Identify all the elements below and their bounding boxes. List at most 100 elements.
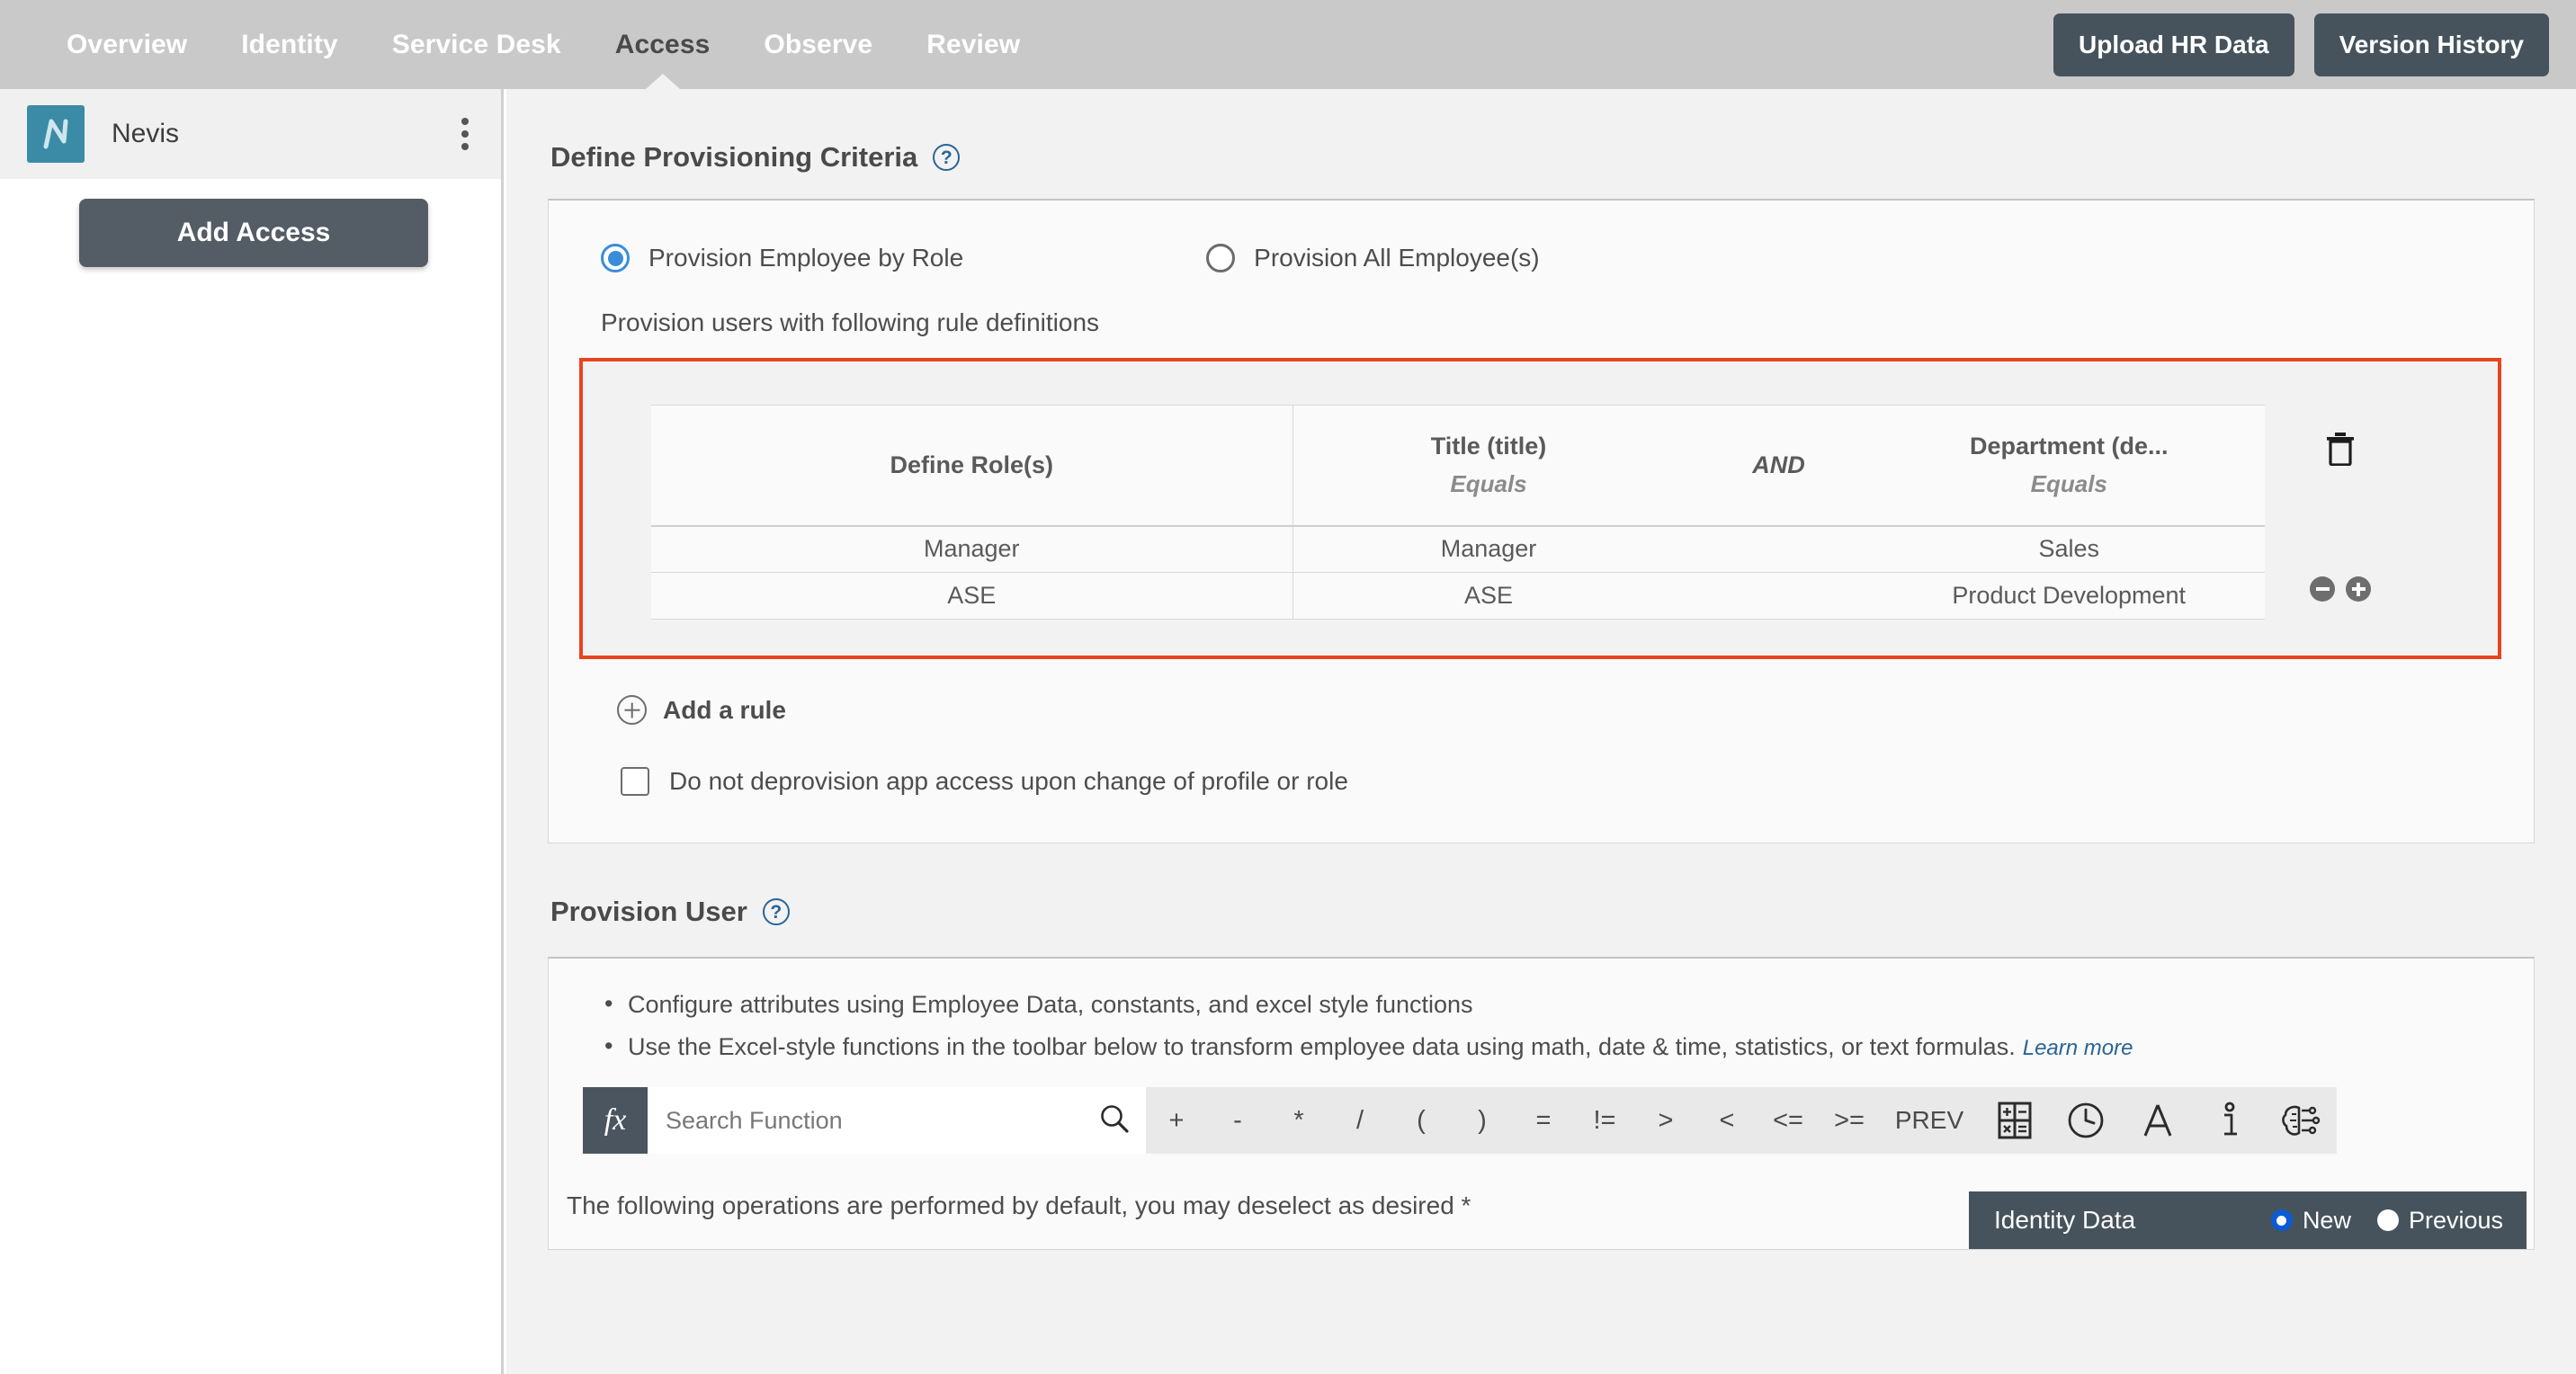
row-add-remove-controls	[2310, 576, 2371, 602]
text-letter-a-icon[interactable]	[2122, 1087, 2194, 1154]
main-content: Define Provisioning Criteria ? Provision…	[506, 89, 2576, 1374]
search-input[interactable]	[666, 1106, 1099, 1135]
cell-department: Product Development	[1873, 572, 2265, 620]
version-history-button[interactable]: Version History	[2313, 13, 2549, 76]
rule-definitions-caption: Provision users with following rule defi…	[601, 308, 1100, 336]
operator-minus[interactable]: -	[1207, 1087, 1268, 1154]
radio-indicator	[2376, 1209, 2399, 1231]
table-header-row: Define Role(s) Title (title) Equals AND …	[651, 405, 2265, 527]
top-navigation-bar: Overview Identity Service Desk Access Ob…	[0, 0, 2576, 89]
radio-label: Provision Employee by Role	[648, 244, 964, 272]
cell-spacer	[1684, 525, 1874, 573]
bullet-text: Use the Excel-style functions in the too…	[628, 1033, 2016, 1060]
operator-not-equals[interactable]: !=	[1574, 1087, 1635, 1154]
radio-indicator-selected	[601, 244, 630, 272]
trash-icon[interactable]	[2325, 432, 2356, 470]
provision-user-title: Provision User ?	[550, 896, 2535, 928]
nav-tabs: Overview Identity Service Desk Access Ob…	[40, 0, 1047, 89]
tab-overview[interactable]: Overview	[40, 0, 214, 89]
identity-data-radio-group: New Previous	[2261, 1207, 2503, 1235]
condition-operator: Equals	[2030, 469, 2107, 497]
checkbox-indicator	[621, 767, 649, 796]
page-title: Define Provisioning Criteria	[550, 141, 918, 173]
table-row[interactable]: ASE ASE Product Development	[651, 572, 2265, 620]
ai-brain-icon[interactable]	[2265, 1087, 2337, 1154]
operator-greater-than[interactable]: >	[1635, 1087, 1696, 1154]
fx-button[interactable]: fx	[583, 1087, 648, 1154]
cell-spacer	[1684, 572, 1874, 620]
info-statistics-icon[interactable]	[2194, 1087, 2266, 1154]
search-icon[interactable]	[1099, 1103, 1130, 1138]
add-access-wrap: Add Access	[0, 179, 501, 267]
tab-service-desk[interactable]: Service Desk	[365, 0, 588, 89]
radio-provision-employee-by-role[interactable]: Provision Employee by Role	[601, 244, 963, 272]
add-rule-label: Add a rule	[663, 695, 786, 724]
plus-circle-icon[interactable]	[2346, 576, 2371, 602]
help-circle-icon[interactable]: ?	[762, 898, 790, 925]
tab-observe[interactable]: Observe	[737, 0, 899, 89]
minus-circle-icon[interactable]	[2310, 576, 2335, 602]
operator-divide[interactable]: /	[1329, 1087, 1391, 1154]
provision-mode-radio-group: Provision Employee by Role Provision All…	[549, 201, 2534, 272]
tab-identity[interactable]: Identity	[214, 0, 364, 89]
cell-title: ASE	[1292, 572, 1685, 620]
operator-less-equal[interactable]: <=	[1758, 1087, 1819, 1154]
table-row[interactable]: Manager Manager Sales	[651, 525, 2265, 573]
add-access-button[interactable]: Add Access	[79, 199, 428, 267]
kebab-menu-icon[interactable]	[452, 111, 478, 157]
upload-hr-data-button[interactable]: Upload HR Data	[2053, 13, 2294, 76]
cell-title: Manager	[1292, 525, 1685, 573]
sidebar: Nevis Add Access	[0, 89, 504, 1374]
column-header-department[interactable]: Department (de... Equals	[1873, 405, 2265, 527]
operator-close-paren[interactable]: )	[1452, 1087, 1513, 1154]
provision-user-panel: Configure attributes using Employee Data…	[548, 957, 2535, 1250]
add-a-rule-button[interactable]: Add a rule	[549, 659, 2534, 725]
search-function-field[interactable]	[648, 1087, 1146, 1154]
tab-access[interactable]: Access	[588, 0, 738, 89]
radio-provision-all-employees[interactable]: Provision All Employee(s)	[1206, 244, 1540, 272]
operator-multiply[interactable]: *	[1268, 1087, 1329, 1154]
radio-label: Previous	[2408, 1206, 2503, 1234]
section-heading: Provision User	[550, 896, 747, 927]
help-circle-icon[interactable]: ?	[933, 144, 961, 171]
operator-equals[interactable]: =	[1513, 1087, 1574, 1154]
radio-identity-new[interactable]: New	[2261, 1207, 2351, 1235]
do-not-deprovision-checkbox-row[interactable]: Do not deprovision app access upon chang…	[549, 725, 2534, 843]
operator-plus[interactable]: +	[1146, 1087, 1207, 1154]
conjunction-and: AND	[1684, 405, 1874, 527]
cell-role: ASE	[651, 572, 1293, 620]
radio-label: New	[2302, 1206, 2351, 1234]
identity-data-panel: Identity Data New Previous	[1969, 1191, 2527, 1249]
footer-note: The following operations are performed b…	[567, 1191, 1471, 1219]
nav-actions: Upload HR Data Version History	[2053, 13, 2549, 76]
operator-less-than[interactable]: <	[1696, 1087, 1758, 1154]
radio-indicator	[1206, 244, 1236, 272]
learn-more-link[interactable]: Learn more	[2023, 1036, 2133, 1060]
condition-field-name: Department (de...	[1969, 432, 2169, 459]
cell-department: Sales	[1873, 525, 2265, 573]
calculator-icon[interactable]	[1979, 1087, 2051, 1154]
condition-field-name: Title (title)	[1430, 432, 1547, 459]
radio-indicator-selected	[2270, 1209, 2293, 1231]
formula-toolbar: fx + - * / ( ) = != > < <= >= PRE	[583, 1087, 2337, 1154]
rule-table: Define Role(s) Title (title) Equals AND …	[651, 405, 2265, 620]
checkbox-label: Do not deprovision app access upon chang…	[669, 767, 1348, 795]
condition-operator: Equals	[1450, 469, 1527, 497]
provision-user-bullets: Configure attributes using Employee Data…	[549, 988, 2534, 1064]
radio-identity-previous[interactable]: Previous	[2367, 1207, 2503, 1235]
operator-greater-equal[interactable]: >=	[1819, 1087, 1880, 1154]
list-item: Configure attributes using Employee Data…	[604, 988, 2534, 1021]
operator-open-paren[interactable]: (	[1391, 1087, 1452, 1154]
define-provisioning-criteria-title: Define Provisioning Criteria ?	[550, 141, 2535, 174]
criteria-panel: Provision Employee by Role Provision All…	[548, 199, 2535, 843]
radio-label: Provision All Employee(s)	[1254, 244, 1540, 272]
rule-table-wrap: Define Role(s) Title (title) Equals AND …	[583, 405, 2498, 620]
cell-role: Manager	[651, 525, 1293, 573]
plus-circle-icon	[617, 695, 647, 725]
prev-button[interactable]: PREV	[1880, 1087, 1979, 1154]
clock-icon[interactable]	[2051, 1087, 2123, 1154]
column-header-title[interactable]: Title (title) Equals	[1292, 405, 1685, 527]
tab-review[interactable]: Review	[899, 0, 1047, 89]
app-list-item-nevis[interactable]: Nevis	[0, 89, 501, 179]
column-header-define-roles: Define Role(s)	[651, 405, 1293, 527]
